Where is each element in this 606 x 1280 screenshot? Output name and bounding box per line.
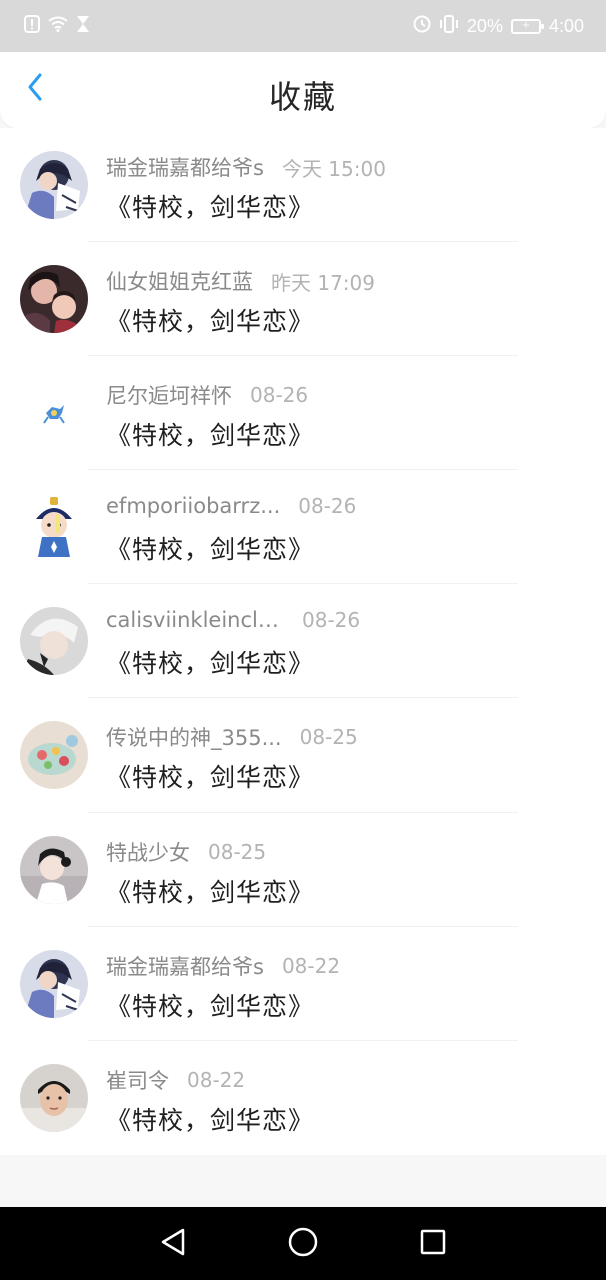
header: 收藏 [0, 52, 606, 128]
post-title: 《特校，剑华恋》 [106, 307, 315, 337]
avatar [20, 379, 88, 448]
post-title: 《特校，剑华恋》 [106, 877, 315, 907]
item-meta: 传说中的神_355... 08-25 [106, 722, 358, 752]
nav-home-button[interactable] [273, 1214, 333, 1274]
clock: 4:00 [548, 15, 584, 36]
favorites-list: 瑞金瑞嘉都给爷s 今天 15:00 《特校，剑华恋》 仙女姐姐克红蓝 昨天 17… [0, 128, 606, 1155]
item-meta: 崔司令 08-22 [106, 1065, 245, 1095]
timestamp: 08-22 [187, 1067, 246, 1092]
nav-recents-button[interactable] [403, 1214, 463, 1274]
page-title: 收藏 [268, 78, 337, 116]
avatar [20, 607, 88, 676]
alarm-icon [413, 15, 431, 37]
post-title: 《特校，剑华恋》 [106, 421, 315, 451]
item-meta: 特战少女 08-25 [106, 837, 266, 867]
timestamp: 08-25 [299, 725, 358, 750]
favorite-item[interactable]: 特战少女 08-25 《特校，剑华恋》 [0, 813, 606, 927]
favorite-item[interactable]: 崔司令 08-22 《特校，剑华恋》 [0, 1041, 606, 1155]
wifi-icon [48, 16, 68, 36]
avatar [20, 265, 88, 334]
timestamp: 08-22 [281, 953, 341, 978]
item-meta: 瑞金瑞嘉都给爷s 08-22 [106, 951, 340, 981]
vibrate-icon [439, 15, 459, 37]
username: 仙女姐姐克红蓝 [106, 270, 253, 295]
post-title: 《特校，剑华恋》 [106, 763, 315, 793]
post-title: 《特校，剑华恋》 [106, 535, 315, 565]
navigation-bar [0, 1207, 606, 1280]
favorite-item[interactable]: 尼尔逅坷祥怀 08-26 《特校，剑华恋》 [0, 356, 606, 471]
timestamp: 今天 15:00 [281, 156, 386, 181]
alert-icon [24, 15, 40, 37]
username: 瑞金瑞嘉都给爷s [106, 156, 264, 180]
avatar [20, 493, 88, 562]
item-meta: 仙女姐姐克红蓝 昨天 17:09 [106, 266, 375, 296]
item-meta: 尼尔逅坷祥怀 08-26 [106, 380, 308, 410]
avatar [20, 949, 88, 1018]
item-meta: efmporiiobarrz... 08-26 [106, 494, 356, 518]
status-bar: 20% + 4:00 [0, 0, 606, 52]
avatar [20, 721, 88, 790]
post-title: 《特校，剑华恋》 [106, 991, 315, 1021]
username: 尼尔逅坷祥怀 [106, 384, 232, 409]
avatar [20, 1063, 88, 1132]
avatar [20, 835, 88, 904]
timestamp: 昨天 17:09 [271, 270, 375, 295]
post-title: 《特校，剑华恋》 [106, 193, 315, 222]
favorite-item[interactable]: 传说中的神_355... 08-25 《特校，剑华恋》 [0, 698, 606, 813]
status-left [24, 15, 90, 37]
hourglass-icon [76, 15, 90, 37]
favorite-item[interactable]: 瑞金瑞嘉都给爷s 今天 15:00 《特校，剑华恋》 [0, 128, 606, 243]
username: efmporiiobarrz... [106, 494, 281, 519]
username: 特战少女 [106, 840, 190, 865]
back-triangle-icon [159, 1227, 187, 1261]
timestamp: 08-25 [208, 839, 267, 864]
item-meta: 瑞金瑞嘉都给爷s 今天 15:00 [106, 152, 386, 182]
username: calisviinkleinclje... [106, 608, 284, 633]
timestamp: 08-26 [250, 383, 309, 408]
recents-square-icon [419, 1228, 447, 1260]
favorite-item[interactable]: efmporiiobarrz... 08-26 《特校，剑华恋》 [0, 470, 606, 585]
post-title: 《特校，剑华恋》 [106, 649, 315, 679]
post-title: 《特校，剑华恋》 [106, 1105, 315, 1135]
avatar [20, 151, 88, 219]
home-circle-icon [287, 1226, 319, 1262]
battery-percentage: 20% [466, 15, 503, 36]
username: 崔司令 [106, 1068, 169, 1093]
status-right: 20% + 4:00 [413, 15, 584, 37]
favorite-item[interactable]: 瑞金瑞嘉都给爷s 08-22 《特校，剑华恋》 [0, 927, 606, 1041]
username: 瑞金瑞嘉都给爷s [106, 954, 264, 979]
timestamp: 08-26 [302, 608, 361, 633]
nav-back-button[interactable] [143, 1214, 203, 1274]
timestamp: 08-26 [298, 494, 357, 519]
item-meta: calisviinkleinclje... 08-26 [106, 608, 360, 632]
battery-icon: + [510, 18, 544, 34]
favorite-item[interactable]: calisviinkleinclje... 08-26 《特校，剑华恋》 [0, 584, 606, 699]
favorite-item[interactable]: 仙女姐姐克红蓝 昨天 17:09 《特校，剑华恋》 [0, 242, 606, 357]
username: 传说中的神_355... [106, 726, 282, 751]
